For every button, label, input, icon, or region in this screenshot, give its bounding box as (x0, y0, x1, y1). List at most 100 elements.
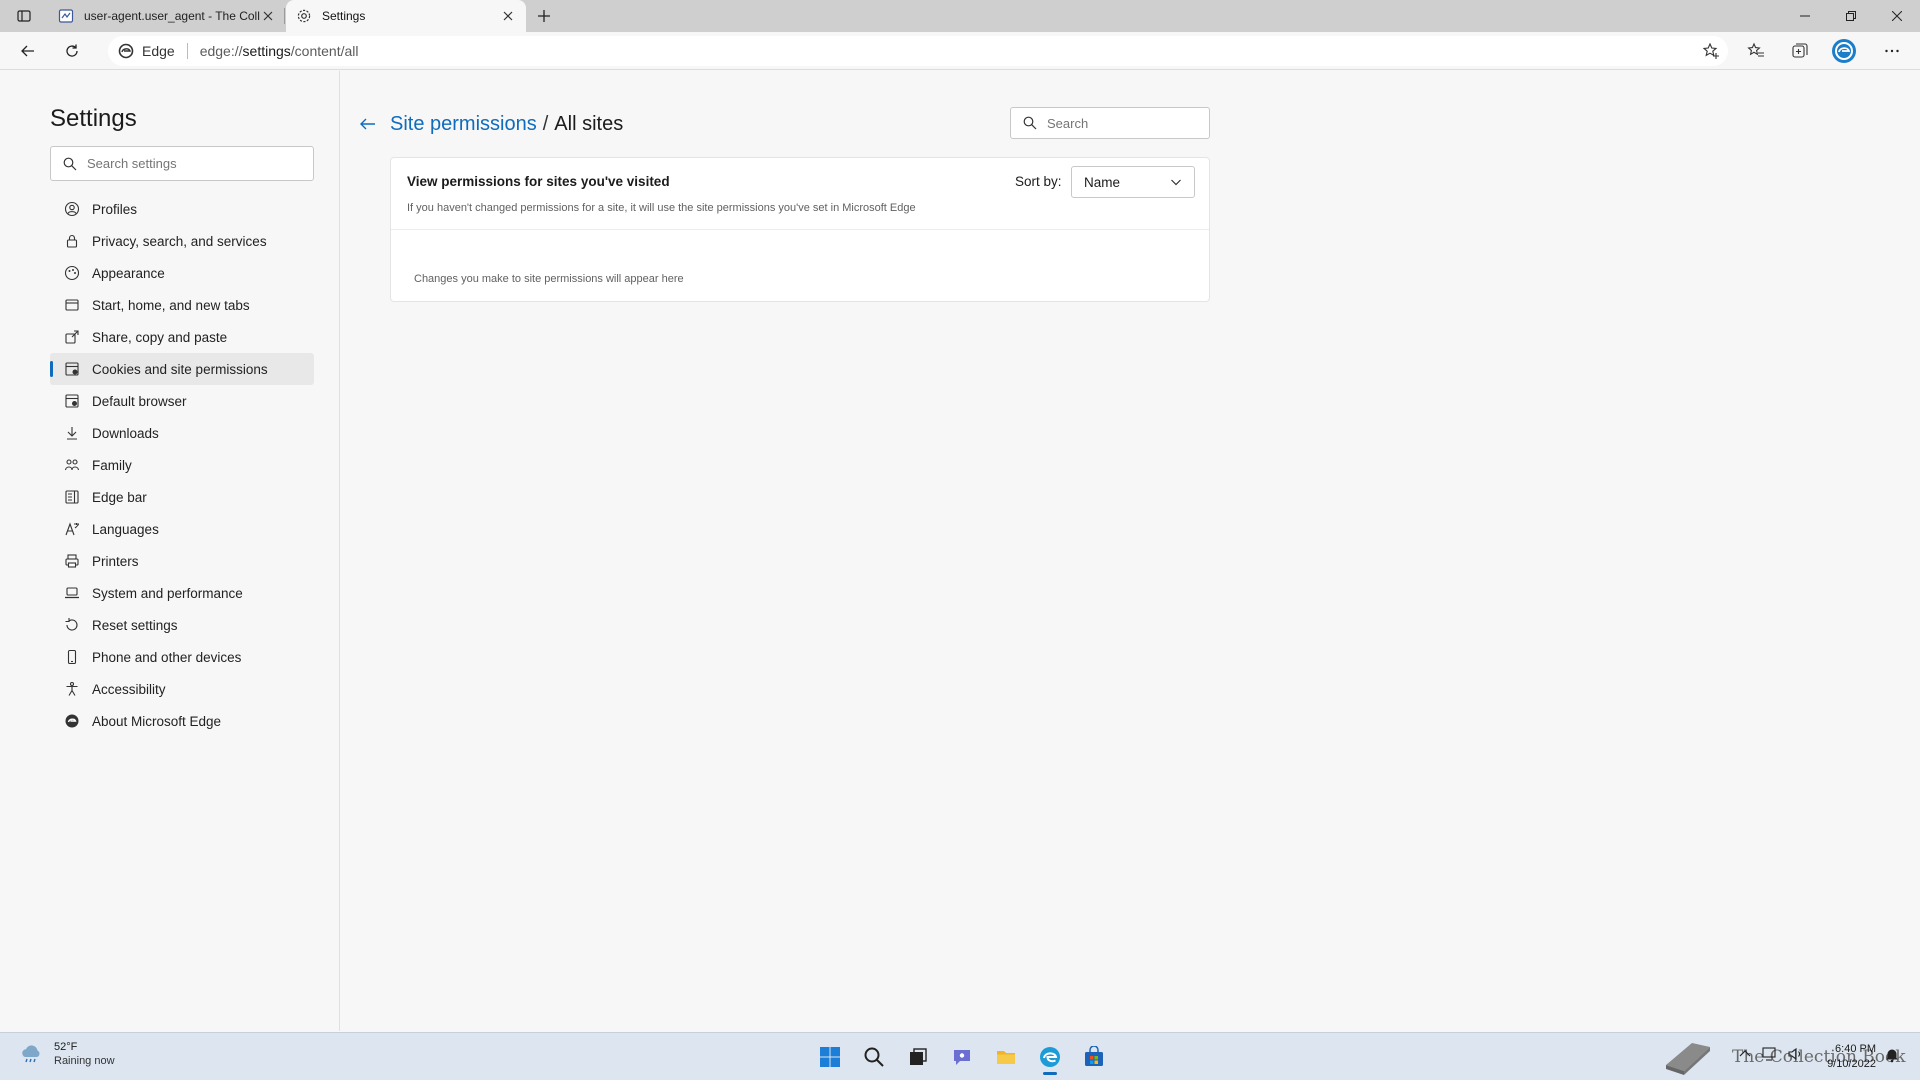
appearance-icon (64, 265, 80, 281)
folder-icon (995, 1046, 1017, 1068)
close-window-button[interactable] (1874, 0, 1920, 32)
restore-button[interactable] (1828, 0, 1874, 32)
profile-button[interactable] (1828, 35, 1860, 67)
sidebar-item-share[interactable]: Share, copy and paste (50, 321, 314, 353)
teams-chat-button[interactable] (940, 1039, 984, 1075)
close-tab-icon[interactable] (500, 8, 516, 24)
more-menu-button[interactable] (1876, 35, 1908, 67)
edge-taskbar-button[interactable] (1028, 1039, 1072, 1075)
sidebar-item-family[interactable]: Family (50, 449, 314, 481)
weather-desc: Raining now (54, 1055, 115, 1067)
tab-user-agent[interactable]: user-agent.user_agent - The Coll (48, 0, 286, 32)
collections-icon (1791, 42, 1809, 60)
start-button[interactable] (808, 1039, 852, 1075)
sidebar-item-downloads[interactable]: Downloads (50, 417, 314, 449)
empty-state-text: Changes you make to site permissions wil… (414, 273, 684, 285)
cookies-icon (64, 361, 80, 377)
sidebar-item-label: Share, copy and paste (92, 329, 228, 345)
sidebar-item-phone[interactable]: Phone and other devices (50, 641, 314, 673)
sidebar-item-label: Default browser (92, 393, 187, 409)
page-favicon-icon (58, 8, 74, 24)
sidebar-item-label: Appearance (92, 265, 165, 281)
book-logo-icon (1660, 1035, 1716, 1079)
tab-strip: user-agent.user_agent - The Coll Setting… (0, 0, 1920, 32)
sidebar-item-privacy[interactable]: Privacy, search, and services (50, 225, 314, 257)
sidebar-item-label: Printers (92, 553, 139, 569)
sidebar-item-system[interactable]: System and performance (50, 577, 314, 609)
sidebar-item-label: Cookies and site permissions (92, 361, 268, 377)
sidebar-item-label: Start, home, and new tabs (92, 297, 250, 313)
minimize-icon (1800, 11, 1810, 21)
close-icon (1892, 11, 1902, 21)
weather-widget[interactable]: 52°F Raining now (18, 1041, 115, 1067)
back-arrow-icon[interactable] (358, 114, 378, 134)
tab-settings[interactable]: Settings (286, 0, 526, 32)
settings-search-box[interactable] (50, 146, 314, 181)
tab-actions-button[interactable] (8, 4, 40, 28)
back-button[interactable] (12, 35, 44, 67)
sidebar-item-about[interactable]: About Microsoft Edge (50, 705, 314, 737)
store-button[interactable] (1072, 1039, 1116, 1075)
browser-icon (64, 393, 80, 409)
printer-icon (64, 553, 80, 569)
sidebar-item-reset[interactable]: Reset settings (50, 609, 314, 641)
breadcrumb: Site permissions / All sites (358, 112, 623, 136)
url-text: edge://settings/content/all (200, 43, 359, 59)
new-tab-button[interactable] (532, 4, 556, 28)
chat-icon (951, 1046, 973, 1068)
favorites-icon (1747, 42, 1765, 60)
edge-bar-icon (64, 489, 80, 505)
sort-label: Sort by: (1015, 174, 1062, 189)
edge-logo-icon (1038, 1045, 1062, 1069)
home-tabs-icon (64, 297, 80, 313)
taskbar-search-button[interactable] (852, 1039, 896, 1075)
chevron-up-icon[interactable] (1738, 1047, 1752, 1061)
collections-button[interactable] (1784, 35, 1816, 67)
tray-icons (1738, 1047, 1804, 1061)
favorites-button[interactable] (1740, 35, 1772, 67)
card-header: View permissions for sites you've visite… (391, 158, 1209, 230)
close-tab-icon[interactable] (260, 8, 276, 24)
site-search-input[interactable] (1047, 115, 1197, 131)
refresh-icon (64, 43, 80, 59)
network-icon[interactable] (1762, 1047, 1778, 1061)
sidebar-item-edge-bar[interactable]: Edge bar (50, 481, 314, 513)
task-view-button[interactable] (896, 1039, 940, 1075)
breadcrumb-site-permissions-link[interactable]: Site permissions (390, 113, 537, 136)
taskbar-apps (808, 1039, 1116, 1075)
sidebar-item-start-home[interactable]: Start, home, and new tabs (50, 289, 314, 321)
minimize-button[interactable] (1782, 0, 1828, 32)
sort-value: Name (1084, 174, 1121, 190)
add-favorite-icon[interactable] (1702, 42, 1720, 60)
system-tray (1660, 1035, 1716, 1079)
sidebar-item-printers[interactable]: Printers (50, 545, 314, 577)
task-view-icon (907, 1046, 929, 1068)
refresh-button[interactable] (56, 35, 88, 67)
share-icon (64, 329, 80, 345)
notification-bell-icon[interactable] (1884, 1047, 1900, 1063)
address-bar[interactable]: Edge edge://settings/content/all (108, 36, 1728, 66)
sidebar-item-default-browser[interactable]: Default browser (50, 385, 314, 417)
languages-icon (64, 521, 80, 537)
reset-icon (64, 617, 80, 633)
sidebar-item-cookies[interactable]: Cookies and site permissions (50, 353, 314, 385)
clock[interactable]: 6:40 PM 9/10/2022 (1820, 1042, 1876, 1072)
sidebar-item-label: Privacy, search, and services (92, 233, 267, 249)
volume-icon[interactable] (1788, 1047, 1804, 1061)
sort-dropdown[interactable]: Name (1071, 166, 1195, 198)
sidebar-item-accessibility[interactable]: Accessibility (50, 673, 314, 705)
file-explorer-button[interactable] (984, 1039, 1028, 1075)
download-icon (64, 425, 80, 441)
settings-search-input[interactable] (87, 156, 287, 171)
tab-title: user-agent.user_agent - The Coll (84, 9, 260, 23)
site-search-box[interactable] (1010, 107, 1210, 139)
sidebar-item-label: Reset settings (92, 617, 178, 633)
site-identity[interactable]: Edge (118, 43, 175, 59)
card-title: View permissions for sites you've visite… (407, 174, 670, 189)
sidebar-item-profiles[interactable]: Profiles (50, 193, 314, 225)
lock-icon (64, 233, 80, 249)
laptop-icon (64, 585, 80, 601)
sidebar-item-languages[interactable]: Languages (50, 513, 314, 545)
url-host: settings (242, 43, 291, 59)
sidebar-item-appearance[interactable]: Appearance (50, 257, 314, 289)
